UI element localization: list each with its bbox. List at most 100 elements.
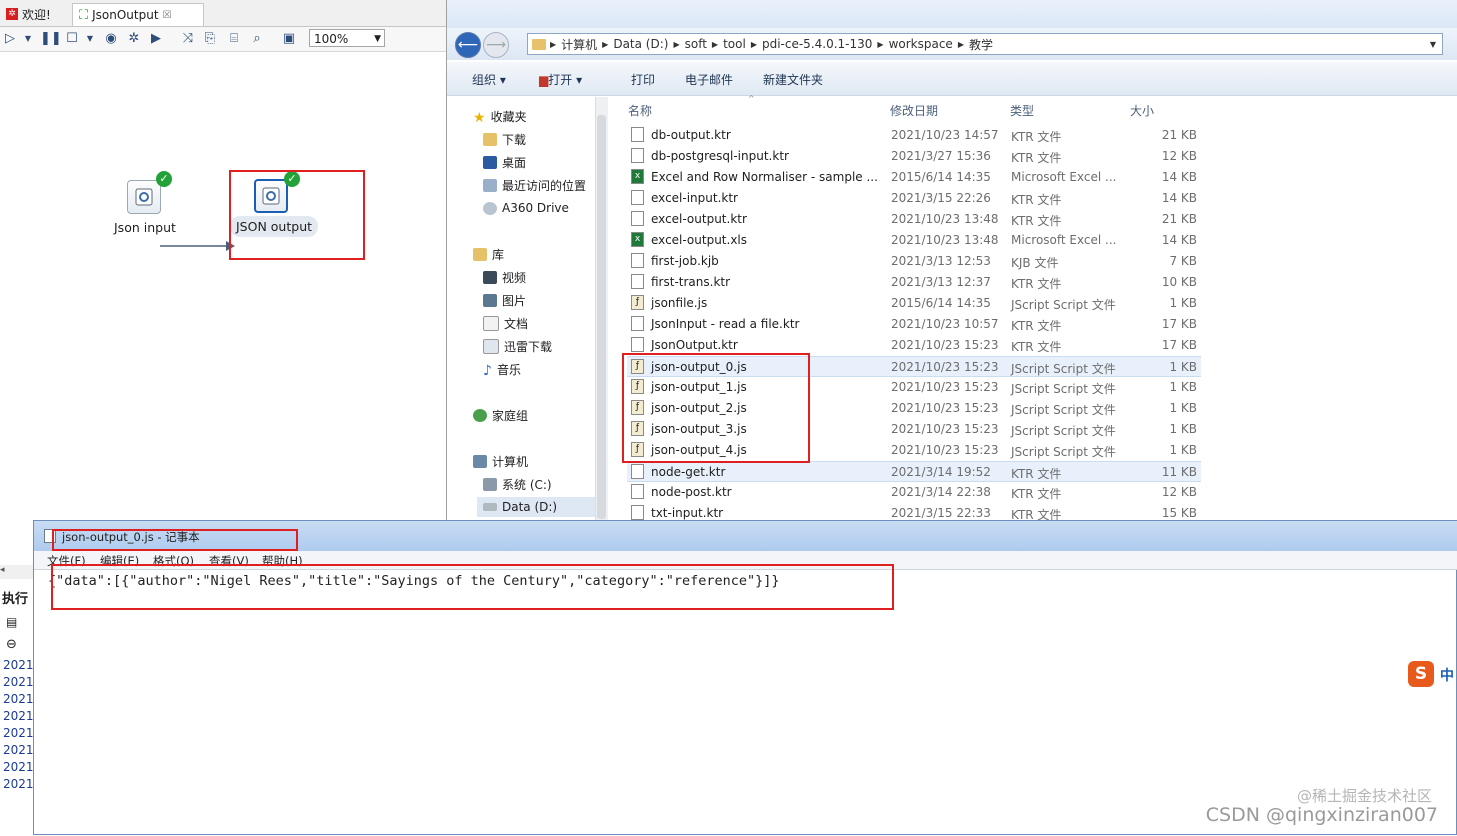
open-app-icon: ▆ [539,73,549,87]
nav-item-drive-d[interactable]: Data (D:) [477,497,598,517]
explore-db-icon[interactable]: ⌕ [249,31,265,47]
file-date: 2021/10/23 15:23 [891,443,999,457]
file-size: 12 KB [1161,485,1197,499]
nav-item-pictures[interactable]: 图片 [483,290,526,310]
show-results-icon[interactable]: ▣ [281,31,297,47]
zoom-select[interactable]: 100% ▼ [309,29,385,47]
hop-arrow[interactable] [160,238,236,258]
organize-button[interactable]: 组织 ▾ [472,71,506,88]
file-row[interactable]: excel-input.ktr 2021/3/15 22:26 KTR 文件 14 K… [627,188,1201,209]
nav-computer[interactable]: 计算机 [473,451,528,471]
file-type: KTR 文件 [1011,340,1062,354]
file-row[interactable]: db-output.ktr 2021/10/23 14:57 KTR 文件 21 KB [627,125,1201,146]
nav-label: 图片 [502,293,527,308]
sql-icon[interactable]: ⌸ [226,31,242,47]
file-date: 2021/3/15 22:26 [891,191,991,205]
file-size: 7 KB [1169,254,1197,268]
back-button[interactable]: ⟵ [455,32,481,58]
tab-welcome[interactable]: ✲ 欢迎! [0,3,57,25]
new-folder-button[interactable]: 新建文件夹 [763,71,823,88]
nav-item-recent[interactable]: 最近访问的位置 [483,175,586,195]
close-tab-icon[interactable]: ☒ [163,10,172,21]
breadcrumb-item[interactable]: workspace [884,37,958,51]
nav-libraries[interactable]: 库 [473,244,504,264]
log-tab-icon[interactable]: ▤ [6,615,17,629]
scrollbar-thumb[interactable] [597,115,606,519]
preview-icon[interactable]: ◉ [103,31,119,47]
document-file-icon [631,253,644,268]
nav-item-drive-c[interactable]: 系统 (C:) [483,474,552,494]
music-icon: ♪ [483,362,492,379]
step-json-input-label: Json input [114,220,176,235]
tab-jsonoutput[interactable]: ⛶ JsonOutput ☒ [72,3,204,26]
verify-icon[interactable]: ⤨ [180,31,196,47]
impact-icon[interactable]: ⎘ [202,31,218,47]
nav-homegroup[interactable]: 家庭组 [473,405,528,425]
watermark-juejin: @稀土掘金技术社区 [1296,787,1432,805]
nav-item-xunlei[interactable]: 迅雷下载 [483,336,552,356]
pause-icon[interactable]: ❚❚ [40,31,62,47]
zoom-value: 100% [314,32,349,46]
breadcrumb-item[interactable]: tool [718,37,751,51]
breadcrumb-item[interactable]: 计算机 [556,36,602,53]
ime-indicator[interactable]: S 中 [1408,661,1457,687]
file-size: 14 KB [1161,191,1197,205]
execution-panel: ◂ 执行 ▤ ⊖ 2021 2021 2021 2021 2021 2021 2021 202… [0,525,34,835]
clear-log-icon[interactable]: ⊖ [6,637,17,652]
nav-item-music[interactable]: ♪ 音乐 [483,359,521,379]
email-button[interactable]: 电子邮件 [685,71,733,88]
step-json-input[interactable] [127,180,161,214]
print-button[interactable]: 打印 [631,71,655,88]
json-input-icon [135,188,153,206]
file-row[interactable]: excel-output.ktr 2021/10/23 13:48 KTR 文件 21… [627,209,1201,230]
replay-icon[interactable]: ▶ [148,31,164,47]
nav-label: 桌面 [502,155,527,170]
file-row[interactable]: JsonInput - read a file.ktr 2021/10/23 10… [627,314,1201,335]
highlight-box-step [229,170,365,260]
breadcrumb-item[interactable]: pdi-ce-5.4.0.1-130 [757,37,877,51]
file-row[interactable]: node-get.ktr 2021/3/14 19:52 KTR 文件 11 KB [627,461,1201,482]
chevron-down-icon: ▼ [374,34,381,44]
address-box[interactable]: ▶ 计算机 ▶ Data (D:) ▶ soft ▶ tool ▶ pdi-ce… [527,33,1443,55]
file-row[interactable]: node-post.ktr 2021/3/14 22:38 KTR 文件 12 KB [627,482,1201,503]
open-button[interactable]: ▆打开 ▾ [539,71,582,88]
breadcrumb-item[interactable]: soft [680,37,712,51]
column-size[interactable]: 大小 [1130,102,1154,119]
column-type[interactable]: 类型 [1010,102,1034,119]
nav-favorites[interactable]: ★ 收藏夹 [473,106,527,126]
file-row[interactable]: x excel-output.xls 2021/10/23 13:48 Microso… [627,230,1201,251]
column-date[interactable]: 修改日期 [890,102,938,119]
nav-item-videos[interactable]: 视频 [483,267,526,287]
debug-icon[interactable]: ✲ [126,31,142,47]
highlight-box-content [51,564,894,610]
forward-button[interactable]: ⟶ [483,32,509,58]
breadcrumb-item[interactable]: 教学 [964,36,998,53]
nav-item-a360[interactable]: A360 Drive [483,198,569,218]
file-name: JsonOutput.ktr [651,338,738,352]
log-entry: 2021 [3,692,34,706]
file-type: KTR 文件 [1011,487,1062,501]
nav-scrollbar[interactable] [595,97,608,525]
folder-icon [532,38,546,50]
file-row[interactable]: first-job.kjb 2021/3/13 12:53 KJB 文件 7 KB [627,251,1201,272]
file-date: 2021/3/13 12:37 [891,275,991,289]
run-dropdown-icon[interactable]: ▼ [20,31,36,47]
breadcrumb-item[interactable]: Data (D:) [608,37,673,51]
transformation-canvas[interactable]: ✓ Json input ✓ JSON output [0,52,446,525]
stop-dropdown-icon[interactable]: ▼ [82,31,98,47]
nav-item-documents[interactable]: 文档 [483,313,528,333]
file-row[interactable]: ƒ jsonfile.js 2015/6/14 14:35 JScript Scrip… [627,293,1201,314]
file-row[interactable]: first-trans.ktr 2021/3/13 12:37 KTR 文件 10 K… [627,272,1201,293]
document-file-icon [631,190,644,205]
column-name[interactable]: 名称 [628,102,652,119]
address-dropdown-icon[interactable]: ▼ [1430,40,1436,49]
panel-scroll-left-icon[interactable]: ◂ [0,565,33,579]
stop-icon[interactable]: ☐ [64,31,80,47]
nav-item-desktop[interactable]: 桌面 [483,152,526,172]
file-date: 2021/3/15 22:33 [891,506,991,520]
file-row[interactable]: x Excel and Row Normaliser - sample ... 20… [627,167,1201,188]
file-row[interactable]: db-postgresql-input.ktr 2021/3/27 15:36 KT… [627,146,1201,167]
run-icon[interactable]: ▷ [2,31,18,47]
nav-item-downloads[interactable]: 下载 [483,129,526,149]
nav-label: Data (D:) [502,500,558,514]
